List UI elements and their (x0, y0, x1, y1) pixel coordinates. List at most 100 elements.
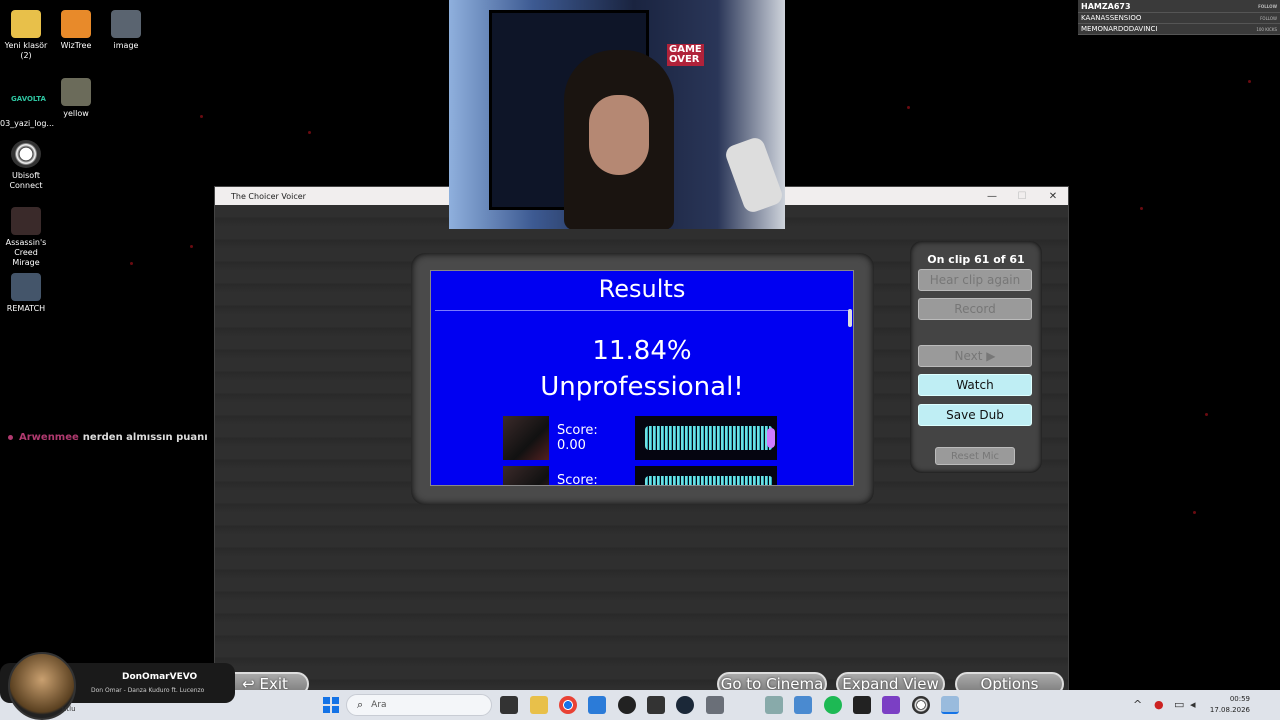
spotify-icon[interactable] (824, 696, 842, 714)
edge-icon[interactable] (588, 696, 606, 714)
record-button[interactable]: Record (918, 298, 1032, 320)
close-button[interactable]: ✕ (1038, 187, 1068, 205)
chevron-up-icon[interactable]: ^ (1133, 698, 1142, 711)
desktop-icon-label: Ubisoft Connect (9, 171, 43, 190)
vs-icon[interactable] (882, 696, 900, 714)
follower-name: HAMZA673 (1081, 1, 1131, 11)
search-icon: ⌕ (357, 698, 364, 711)
image-icon (111, 10, 141, 38)
desktop-speck (1193, 511, 1196, 514)
folder-icon (11, 10, 41, 38)
app-window: The Choicer Voicer — ☐ ✕ Results 11.84% … (214, 186, 1069, 696)
desktop-icon-wiztree[interactable]: WizTree (50, 10, 102, 51)
network-icon[interactable]: ▭ (1174, 698, 1184, 711)
desktop-speck (1140, 207, 1143, 210)
reset-mic-button[interactable]: Reset Mic (935, 447, 1015, 465)
follower-row: MEMONARDODAVINCI 100 KICKS (1078, 24, 1280, 35)
calculator-icon[interactable] (706, 696, 724, 714)
desktop-icon-rematch[interactable]: REMATCH (0, 273, 52, 314)
clip-thumbnail[interactable] (503, 416, 549, 460)
terminal-icon[interactable] (853, 696, 871, 714)
save-dub-button[interactable]: Save Dub (918, 404, 1032, 426)
follower-name: KAANASSENSIOO (1081, 14, 1142, 22)
desktop-icon-label: WizTree (60, 41, 92, 50)
results-percent: 11.84% (592, 336, 692, 366)
follower-row: KAANASSENSIOO FOLLOW (1078, 13, 1280, 24)
desktop-speck (1248, 80, 1251, 83)
results-summary: 11.84% Unprofessional! (431, 333, 853, 405)
active-window-icon[interactable] (941, 696, 959, 714)
desktop-icon-label: REMATCH (6, 304, 46, 313)
follower-tag: 100 KICKS (1256, 26, 1277, 32)
webcam-person-face (589, 95, 649, 175)
minimize-button[interactable]: — (977, 187, 1007, 205)
desktop-icon-label: yellow (63, 109, 89, 118)
follower-tag: FOLLOW (1260, 15, 1277, 21)
notes-app-icon[interactable] (647, 696, 665, 714)
desktop-speck (1205, 413, 1208, 416)
clip-thumbnail[interactable] (503, 466, 549, 485)
start-button[interactable] (323, 697, 339, 713)
clock-date: 17.08.2026 (1209, 706, 1250, 714)
clip-counter: On clip 61 of 61 (927, 253, 1025, 266)
desktop-icon-gavolta[interactable]: GAVOLTA 03_yazi_log... (0, 88, 55, 129)
notification-footer: utlu (62, 705, 76, 713)
snipping-tool-icon[interactable] (765, 696, 783, 714)
chrome-icon[interactable] (559, 696, 577, 714)
clip-score: Score: 0.00 (557, 423, 598, 453)
clip-control-panel: On clip 61 of 61 Hear clip again Record … (910, 241, 1042, 473)
notepad-icon[interactable] (794, 696, 812, 714)
steam-icon[interactable] (676, 696, 694, 714)
chat-dot-icon (8, 435, 13, 440)
desktop-speck (190, 245, 193, 248)
webcam-microphone (723, 135, 785, 215)
desktop-icon-image[interactable]: image (100, 10, 152, 51)
clip-score: Score: 0.00 (557, 473, 598, 486)
follower-name: MEMONARDODAVINCI (1081, 25, 1158, 33)
desktop-speck (130, 262, 133, 265)
record-app-icon[interactable] (618, 696, 636, 714)
clip-waveform[interactable] (635, 416, 777, 460)
results-frame: Results 11.84% Unprofessional! Score: 0.… (411, 253, 874, 505)
next-button[interactable]: Next ▶ (918, 345, 1032, 367)
gavolta-logo-icon: GAVOLTA (11, 95, 46, 103)
ubisoft-icon[interactable] (912, 696, 930, 714)
waveform-peak (767, 428, 775, 448)
clock-time: 00:59 (1229, 695, 1250, 703)
webcam-overlay: GAME OVER (449, 0, 785, 229)
webcam-poster: GAME OVER (667, 44, 704, 66)
desktop-speck (308, 131, 311, 134)
results-title: Results (598, 275, 686, 303)
maximize-button[interactable]: ☐ (1007, 187, 1037, 205)
results-scrollbar[interactable] (848, 309, 852, 327)
desktop-icon-assassins-creed[interactable]: Assassin's Creed Mirage (0, 207, 52, 268)
clip-result-row: Score: 0.00 (503, 415, 777, 461)
volume-icon[interactable]: ◂ (1190, 698, 1196, 711)
chat-message: Arwenmee nerden almıssın puanı (8, 432, 208, 443)
watch-button[interactable]: Watch (918, 374, 1032, 396)
desktop-icon-ubisoft[interactable]: Ubisoft Connect (0, 140, 52, 191)
file-explorer-icon[interactable] (500, 696, 518, 714)
taskbar-search[interactable]: ⌕ Ara (346, 694, 492, 716)
desktop-icon-label: image (113, 41, 139, 50)
notification-title: DonOmarVEVO (122, 672, 198, 682)
window-title: The Choicer Voicer (231, 191, 306, 201)
desktop-icon-label: 03_yazi_log... (0, 119, 55, 128)
clip-waveform[interactable] (635, 466, 777, 485)
folder-icon[interactable] (530, 696, 548, 714)
chat-text: nerden almıssın puanı (82, 432, 208, 443)
desktop-speck (200, 115, 203, 118)
desktop-icon-new-folder[interactable]: Yeni klasör (2) (0, 10, 52, 61)
app-client-area: Results 11.84% Unprofessional! Score: 0.… (215, 205, 1068, 696)
microphone-icon[interactable]: ● (1154, 698, 1164, 711)
assassins-creed-icon (11, 207, 41, 235)
clock[interactable]: 00:59 17.08.2026 (1210, 694, 1250, 716)
rematch-icon (11, 273, 41, 301)
ubisoft-icon (11, 140, 41, 168)
hear-clip-again-button[interactable]: Hear clip again (918, 269, 1032, 291)
desktop-icon-yellow[interactable]: yellow (50, 78, 102, 119)
results-panel[interactable]: Results 11.84% Unprofessional! Score: 0.… (430, 270, 854, 486)
image-icon (61, 78, 91, 106)
waveform-trace (645, 476, 773, 485)
search-placeholder: Ara (371, 700, 387, 710)
